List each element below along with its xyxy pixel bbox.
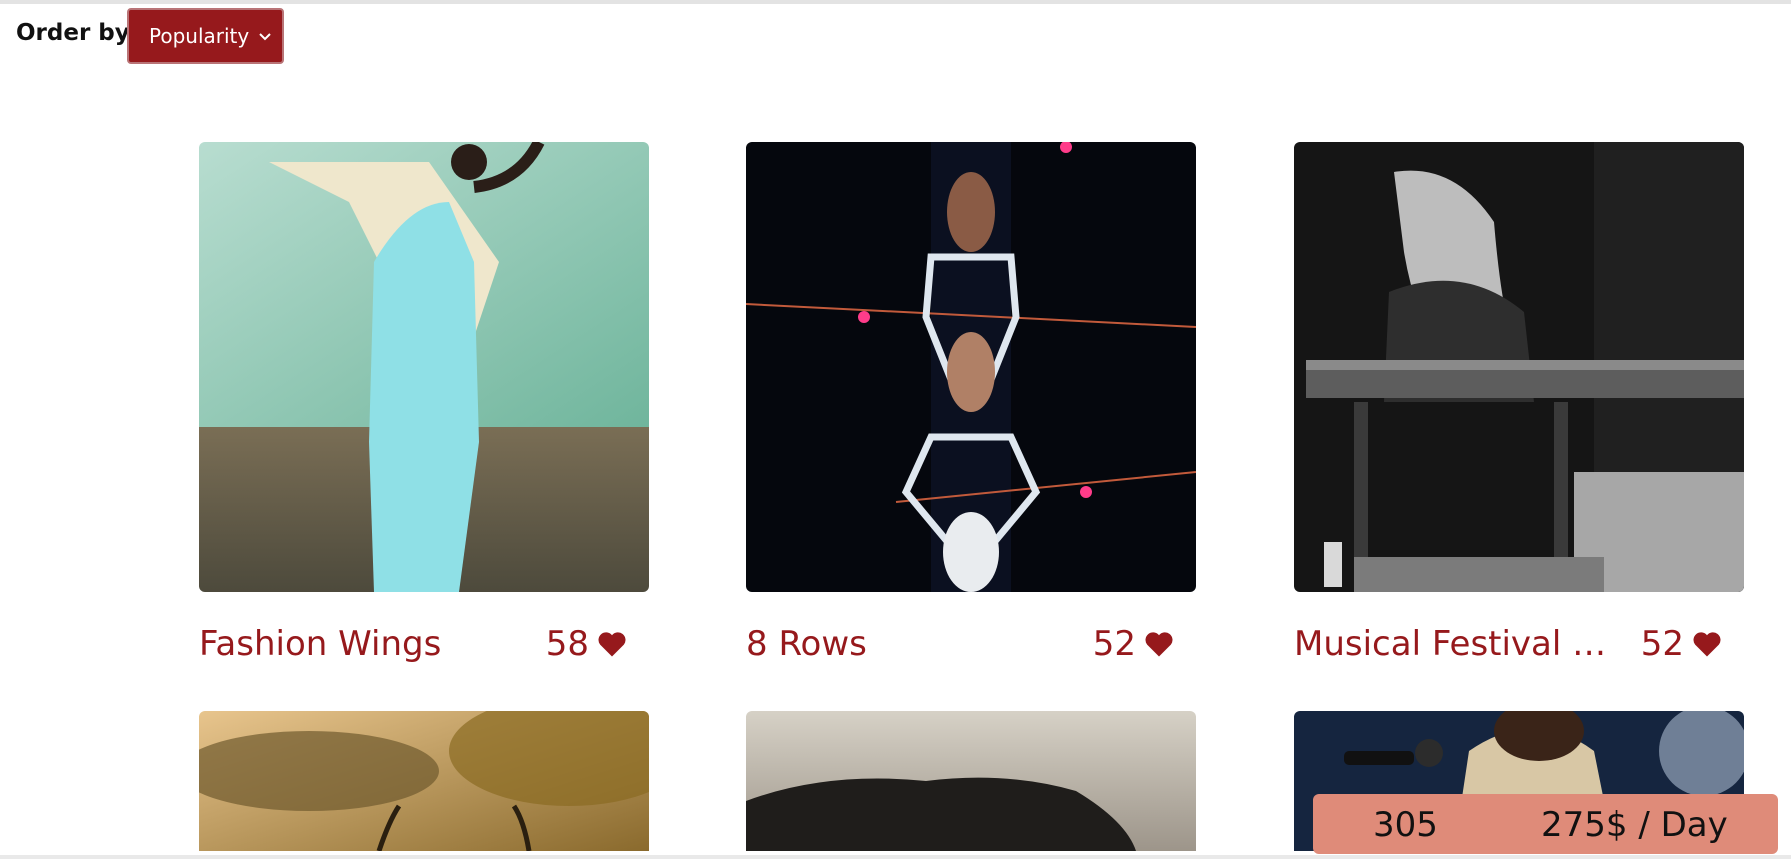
likes-number: 52 <box>1640 624 1684 664</box>
card-title[interactable]: 8 Rows <box>746 624 867 664</box>
gallery-card[interactable] <box>746 711 1196 851</box>
card-image[interactable] <box>1294 142 1744 592</box>
likes-count[interactable]: 58 <box>546 624 627 664</box>
gallery-card[interactable]: Fashion Wings 58 <box>199 142 649 664</box>
card-image[interactable] <box>746 142 1196 592</box>
gallery-card[interactable]: Musical Festival K... 52 <box>1294 142 1744 664</box>
card-image[interactable] <box>199 142 649 592</box>
card-caption: Musical Festival K... 52 <box>1294 624 1744 664</box>
card-title[interactable]: Fashion Wings <box>199 624 441 664</box>
order-by-select[interactable]: Popularity <box>127 8 284 64</box>
heart-icon <box>1145 632 1173 657</box>
booking-summary-bar[interactable]: 305 275$ / Day <box>1313 794 1778 854</box>
gallery-card[interactable]: 8 Rows 52 <box>746 142 1196 664</box>
chevron-down-icon <box>259 33 271 41</box>
card-caption: 8 Rows 52 <box>746 624 1196 664</box>
top-border <box>0 0 1791 4</box>
card-caption: Fashion Wings 58 <box>199 624 649 664</box>
card-title[interactable]: Musical Festival K... <box>1294 624 1614 664</box>
likes-number: 58 <box>545 624 589 664</box>
card-image[interactable] <box>199 711 649 851</box>
likes-count[interactable]: 52 <box>1093 624 1174 664</box>
order-by-value: Popularity <box>149 24 250 48</box>
order-by-label: Order by <box>16 20 130 46</box>
bottom-border <box>0 855 1791 859</box>
heart-icon <box>1693 632 1721 657</box>
heart-icon <box>598 632 626 657</box>
summary-count: 305 <box>1373 805 1438 845</box>
gallery-card[interactable] <box>199 711 649 851</box>
likes-count[interactable]: 52 <box>1641 624 1722 664</box>
daily-rate: 275$ / Day <box>1541 805 1728 845</box>
likes-number: 52 <box>1092 624 1136 664</box>
card-image[interactable] <box>746 711 1196 851</box>
